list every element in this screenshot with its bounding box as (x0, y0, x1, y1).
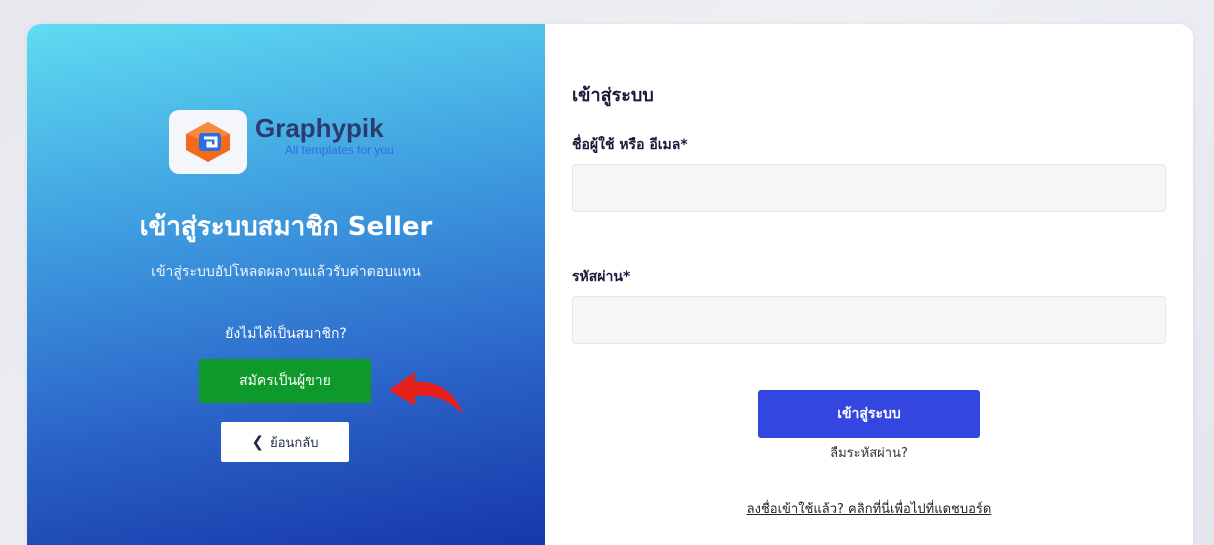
login-button[interactable]: เข้าสู่ระบบ (758, 390, 980, 438)
graphypik-logo-icon (169, 110, 247, 174)
seller-login-subtitle: เข้าสู่ระบบอัปโหลดผลงานแล้วรับค่าตอบแทน (151, 264, 421, 280)
register-seller-button[interactable]: สมัครเป็นผู้ขาย (199, 359, 371, 403)
password-label: รหัสผ่าน* (572, 269, 631, 285)
seller-promo-panel: Graphypik All templates for you เข้าสู่ร… (27, 24, 545, 545)
dashboard-link[interactable]: ลงชื่อเข้าใช้แล้ว? คลิกที่นี่เพื่อไปที่แ… (545, 498, 1193, 519)
login-card: Graphypik All templates for you เข้าสู่ร… (27, 24, 1193, 545)
password-input[interactable] (572, 296, 1166, 344)
login-form-title: เข้าสู่ระบบ (572, 85, 654, 106)
back-button-label: ย้อนกลับ (270, 435, 319, 451)
back-button[interactable]: ❮ ย้อนกลับ (221, 422, 349, 462)
brand-wordmark: Graphypik All templates for you (255, 113, 394, 157)
login-form-panel: เข้าสู่ระบบ ชื่อผู้ใช้ หรือ อีเมล* รหัสผ… (545, 24, 1193, 545)
brand-tagline: All templates for you (285, 143, 394, 157)
chevron-left-icon: ❮ (251, 433, 265, 451)
username-label: ชื่อผู้ใช้ หรือ อีเมล* (572, 137, 688, 153)
not-member-text: ยังไม่ได้เป็นสมาชิก? (225, 326, 347, 342)
brand-name: Graphypik (255, 113, 384, 143)
username-input[interactable] (572, 164, 1166, 212)
forgot-password-link[interactable]: ลืมระหัสผ่าน? (545, 442, 1193, 463)
curved-arrow-icon (389, 372, 463, 414)
seller-login-heading: เข้าสู่ระบบสมาชิก Seller (139, 212, 433, 242)
